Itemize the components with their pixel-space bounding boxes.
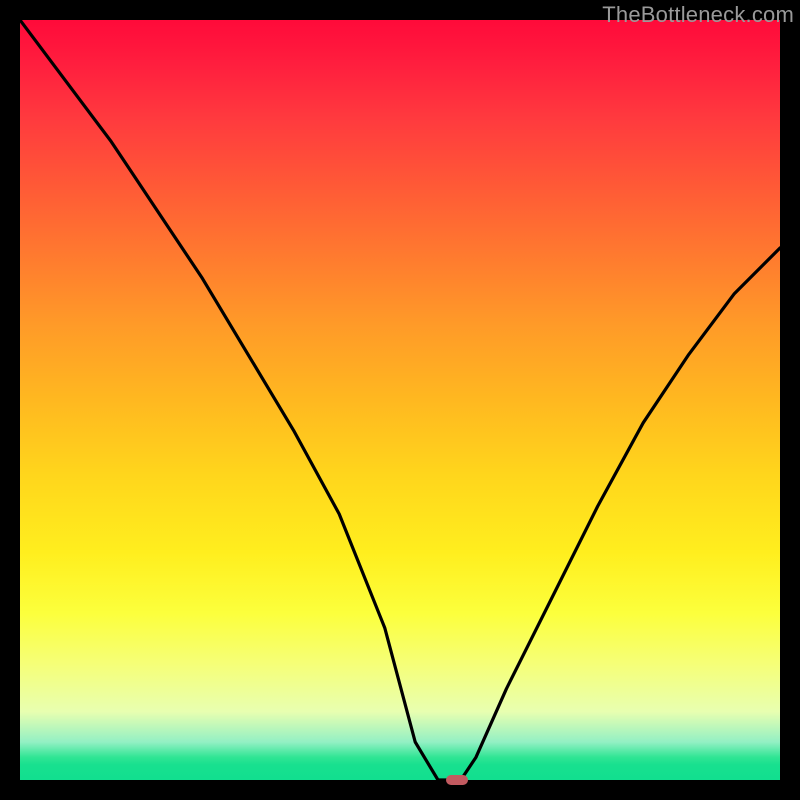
- bottleneck-curve: [20, 20, 780, 780]
- chart-stage: TheBottleneck.com: [0, 0, 800, 800]
- watermark-text: TheBottleneck.com: [602, 2, 794, 28]
- plot-area: [20, 20, 780, 780]
- optimal-point-marker: [446, 775, 468, 785]
